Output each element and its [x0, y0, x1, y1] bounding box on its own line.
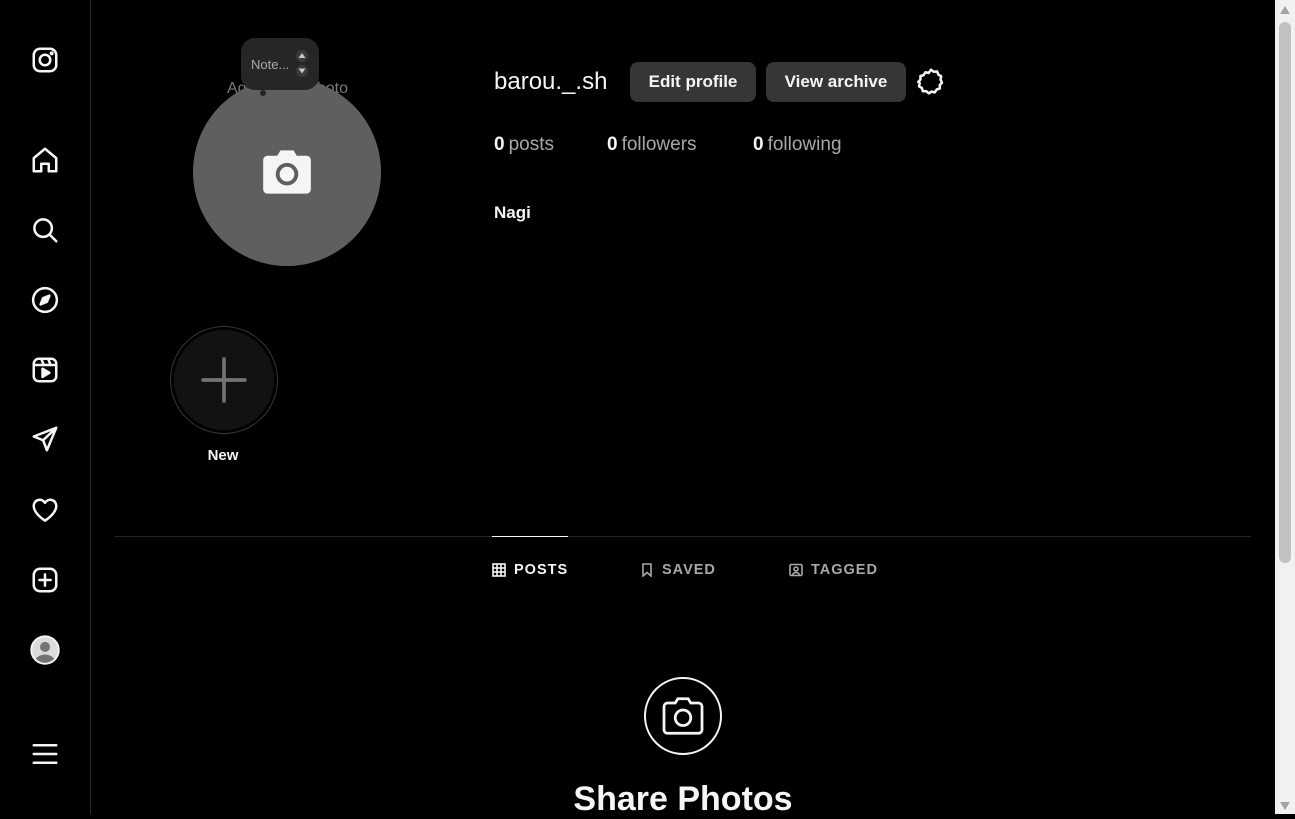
tab-posts[interactable]: POSTS: [492, 536, 569, 602]
tagged-icon: [789, 563, 803, 577]
grid-icon: [492, 562, 506, 577]
posts-stat: 0 posts: [494, 134, 554, 156]
followers-label: followers: [621, 134, 697, 155]
bookmark-icon: [642, 563, 652, 577]
create-icon[interactable]: [27, 562, 63, 598]
messages-icon[interactable]: [27, 421, 63, 457]
note-placeholder: Note...: [251, 56, 290, 72]
settings-gear-icon[interactable]: [916, 67, 946, 97]
profile-picture-button[interactable]: [193, 78, 381, 266]
page-scrollbar[interactable]: [1275, 0, 1295, 814]
posts-label: posts: [508, 134, 554, 155]
followers-count: 0: [607, 134, 618, 155]
menu-icon[interactable]: [27, 736, 63, 772]
search-icon[interactable]: [27, 212, 63, 248]
edit-profile-button[interactable]: Edit profile: [630, 62, 756, 102]
tab-tagged[interactable]: TAGGED: [789, 537, 878, 603]
following-count: 0: [753, 134, 764, 155]
explore-icon[interactable]: [27, 282, 63, 318]
reels-icon[interactable]: [27, 352, 63, 388]
notifications-icon[interactable]: [27, 492, 63, 528]
home-icon[interactable]: [27, 142, 63, 178]
scroll-down-arrow[interactable]: [1280, 802, 1290, 810]
profile-username: barou._.sh: [494, 68, 608, 95]
empty-state-title: Share Photos: [573, 780, 793, 818]
new-highlight-circle: [174, 330, 274, 430]
tab-posts-label: POSTS: [514, 561, 569, 578]
followers-stat[interactable]: 0 followers: [607, 134, 697, 156]
profile-full-name: Nagi: [494, 203, 531, 222]
sidebar: [0, 0, 91, 814]
scroll-up-arrow[interactable]: [1280, 6, 1290, 14]
new-highlight-button[interactable]: [170, 326, 278, 434]
camera-icon: [662, 697, 704, 735]
note-bubble[interactable]: Note...: [241, 38, 319, 90]
tab-tagged-label: TAGGED: [811, 562, 878, 578]
tab-saved[interactable]: SAVED: [640, 537, 716, 603]
profile-avatar[interactable]: [27, 632, 63, 668]
instagram-icon[interactable]: [27, 42, 63, 78]
profile-main: Add profile photo Note... barou._.sh Edi…: [92, 0, 1275, 818]
note-bubble-tail: [260, 90, 266, 96]
camera-icon: [263, 150, 311, 194]
note-stepper-icon[interactable]: [295, 48, 309, 78]
posts-count: 0: [494, 134, 505, 155]
plus-icon: [201, 357, 247, 403]
empty-state-camera: [644, 677, 722, 755]
scrollbar-thumb[interactable]: [1279, 22, 1291, 563]
following-label: following: [767, 134, 842, 155]
view-archive-button[interactable]: View archive: [766, 62, 906, 102]
following-stat[interactable]: 0 following: [753, 134, 842, 156]
new-highlight-label: New: [207, 447, 239, 464]
tab-saved-label: SAVED: [662, 562, 716, 578]
